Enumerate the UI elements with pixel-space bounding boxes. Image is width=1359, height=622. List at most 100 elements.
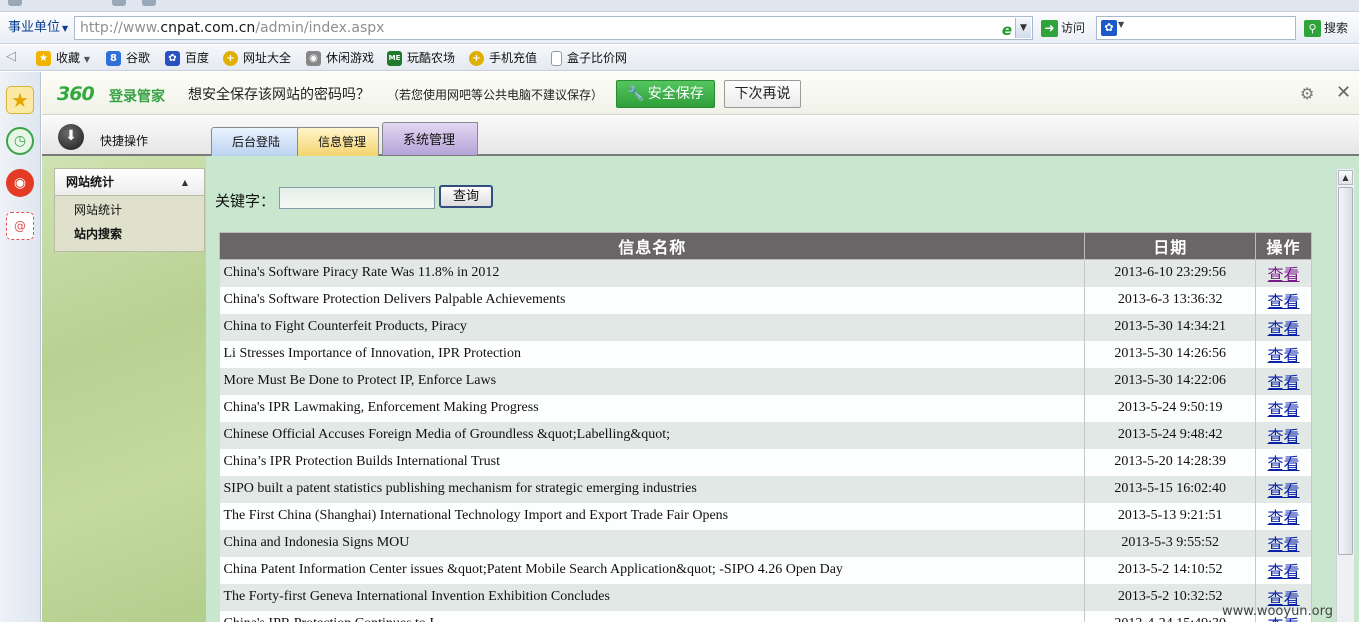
column-header-date: 日期 <box>1084 232 1257 260</box>
fav-item-nav-sites[interactable]: + 网址大全 <box>223 49 291 67</box>
view-link[interactable]: 查看 <box>1268 483 1300 500</box>
gear-icon[interactable]: ⚙ <box>1300 84 1314 103</box>
toolbar-icon[interactable] <box>112 0 126 6</box>
fav-label: 谷歌 <box>126 51 151 65</box>
wrench-icon: 🔧 <box>627 86 645 102</box>
fav-label: 盒子比价网 <box>567 51 628 65</box>
favorites-star-icon[interactable]: ★ <box>6 86 34 114</box>
view-link[interactable]: 查看 <box>1268 375 1300 392</box>
baidu-paw-icon[interactable]: ✿ <box>1101 20 1117 36</box>
tab-info-management[interactable]: 信息管理 <box>297 127 379 156</box>
view-link[interactable]: 查看 <box>1268 456 1300 473</box>
cell-date: 2013-5-30 14:22:06 <box>1084 367 1257 395</box>
view-link[interactable]: 查看 <box>1268 429 1300 446</box>
url-field[interactable]: http://www.cnpat.com.cn/admin/index.aspx… <box>74 16 1033 40</box>
close-icon[interactable]: ✕ <box>1336 82 1351 103</box>
column-header-name: 信息名称 <box>218 232 1086 260</box>
watermark: www.wooyun.org <box>1222 604 1334 619</box>
cell-action: 查看 <box>1255 502 1312 530</box>
search-button[interactable]: ⚲ 搜索 <box>1304 17 1348 39</box>
view-link[interactable]: 查看 <box>1268 402 1300 419</box>
cell-date: 2013-5-30 14:34:21 <box>1084 313 1257 341</box>
view-link[interactable]: 查看 <box>1268 564 1300 581</box>
nav-header[interactable]: 网站统计 ▲ <box>55 169 204 196</box>
view-link[interactable]: 查看 <box>1268 510 1300 527</box>
chevron-down-icon[interactable]: ▼ <box>1118 20 1124 29</box>
go-button[interactable]: ➜ 访问 <box>1041 17 1085 39</box>
cell-info-name: China Patent Information Center issues &… <box>219 556 1086 584</box>
fav-item-collect[interactable]: ★ 收藏 ▼ <box>36 49 90 67</box>
fav-label: 玩酷农场 <box>407 51 456 65</box>
table-row: Chinese Official Accuses Foreign Media o… <box>219 421 1312 449</box>
star-icon: ★ <box>36 51 51 66</box>
scroll-thumb[interactable] <box>1338 187 1353 555</box>
search-input[interactable]: ✿ ▼ <box>1096 16 1296 40</box>
keyword-input[interactable] <box>279 187 435 209</box>
download-arrow-icon[interactable]: ⬇ <box>58 124 84 150</box>
cell-action: 查看 <box>1255 286 1312 314</box>
weibo-icon[interactable]: ◉ <box>6 169 34 197</box>
search-label: 搜索 <box>1324 21 1349 35</box>
collapse-arrow-icon[interactable]: ▲ <box>182 169 188 196</box>
nav-item-site-stats[interactable]: 网站统计 <box>74 201 122 218</box>
fav-item-price-compare[interactable]: 盒子比价网 <box>551 49 627 67</box>
farm-icon: ME <box>387 51 402 66</box>
public-computer-note: （若您使用网吧等公共电脑不建议保存） <box>387 88 604 102</box>
fav-item-google[interactable]: 8 谷歌 <box>106 49 150 67</box>
nav-site-icon: + <box>223 51 238 66</box>
tab-backend-login[interactable]: 后台登陆 <box>211 127 299 156</box>
query-button[interactable]: 查询 <box>439 185 493 208</box>
fav-label: 网址大全 <box>243 51 292 65</box>
table-row: The First China (Shanghai) International… <box>219 502 1312 530</box>
view-link[interactable]: 查看 <box>1268 267 1300 284</box>
table-row: China’s IPR Protection Builds Internatio… <box>219 448 1312 476</box>
fav-item-farm[interactable]: ME 玩酷农场 <box>387 49 455 67</box>
table-row: SIPO built a patent statistics publishin… <box>219 475 1312 503</box>
toolbar-icon[interactable] <box>8 0 22 6</box>
table-row: China's Software Protection Delivers Pal… <box>219 286 1312 314</box>
gamepad-icon: ◉ <box>306 51 321 66</box>
quick-actions-label[interactable]: 快捷操作 <box>100 132 148 149</box>
table-row: China's IPR Lawmaking, Enforcement Makin… <box>219 394 1312 422</box>
fav-item-games[interactable]: ◉ 休闲游戏 <box>306 49 374 67</box>
zone-select[interactable]: 事业单位 ▼ <box>8 16 68 40</box>
save-password-question: 想安全保存该网站的密码吗？ <box>188 87 370 103</box>
table-row: China and Indonesia Signs MOU 2013-5-3 9:… <box>219 529 1312 557</box>
cell-info-name: China's IPR Protection Continues to I... <box>219 610 1086 622</box>
results-table: 信息名称 日期 操作 China's Software Piracy Rate … <box>218 232 1312 622</box>
fav-item-baidu[interactable]: ✿ 百度 <box>165 49 209 67</box>
nav-item-site-search[interactable]: 站内搜索 <box>74 225 122 242</box>
cell-action: 查看 <box>1255 421 1312 449</box>
cell-info-name: China and Indonesia Signs MOU <box>219 529 1086 557</box>
vertical-scrollbar[interactable]: ▲ <box>1336 169 1354 622</box>
back-arrow-icon[interactable]: ◁ <box>6 49 16 64</box>
ie-compat-icon[interactable]: e <box>1002 19 1012 41</box>
safe-save-label: 安全保存 <box>647 86 704 102</box>
mail-icon[interactable]: @ <box>6 212 34 240</box>
view-link[interactable]: 查看 <box>1268 321 1300 338</box>
url-dropdown-button[interactable]: ▼ <box>1015 18 1031 38</box>
google-icon: 8 <box>106 51 121 66</box>
password-manager-title: 登录管家 <box>109 89 165 105</box>
fav-label: 休闲游戏 <box>326 51 375 65</box>
history-clock-icon[interactable]: ◷ <box>6 127 34 155</box>
scroll-up-arrow-icon[interactable]: ▲ <box>1338 170 1353 185</box>
cell-date: 2013-5-15 16:02:40 <box>1084 475 1257 503</box>
table-row: The Forty-first Geneva International Inv… <box>219 583 1312 611</box>
cell-info-name: China’s IPR Protection Builds Internatio… <box>219 448 1086 476</box>
cell-info-name: The First China (Shanghai) International… <box>219 502 1086 530</box>
cell-date: 2013-5-13 9:21:51 <box>1084 502 1257 530</box>
view-link[interactable]: 查看 <box>1268 294 1300 311</box>
later-button[interactable]: 下次再说 <box>724 80 801 108</box>
safe-save-button[interactable]: 🔧 安全保存 <box>616 80 715 108</box>
zone-label: 事业单位 <box>8 20 61 35</box>
cell-action: 查看 <box>1255 367 1312 395</box>
tab-system-management[interactable]: 系统管理 <box>382 122 478 155</box>
page-icon <box>551 51 562 66</box>
fav-item-phone-charge[interactable]: + 手机充值 <box>469 49 537 67</box>
view-link[interactable]: 查看 <box>1268 348 1300 365</box>
top-toolbar-strip <box>0 0 1359 12</box>
view-link[interactable]: 查看 <box>1268 537 1300 554</box>
app-header: ⬇ 快捷操作 后台登陆 信息管理 系统管理 <box>42 116 1359 156</box>
toolbar-icon[interactable] <box>142 0 156 6</box>
